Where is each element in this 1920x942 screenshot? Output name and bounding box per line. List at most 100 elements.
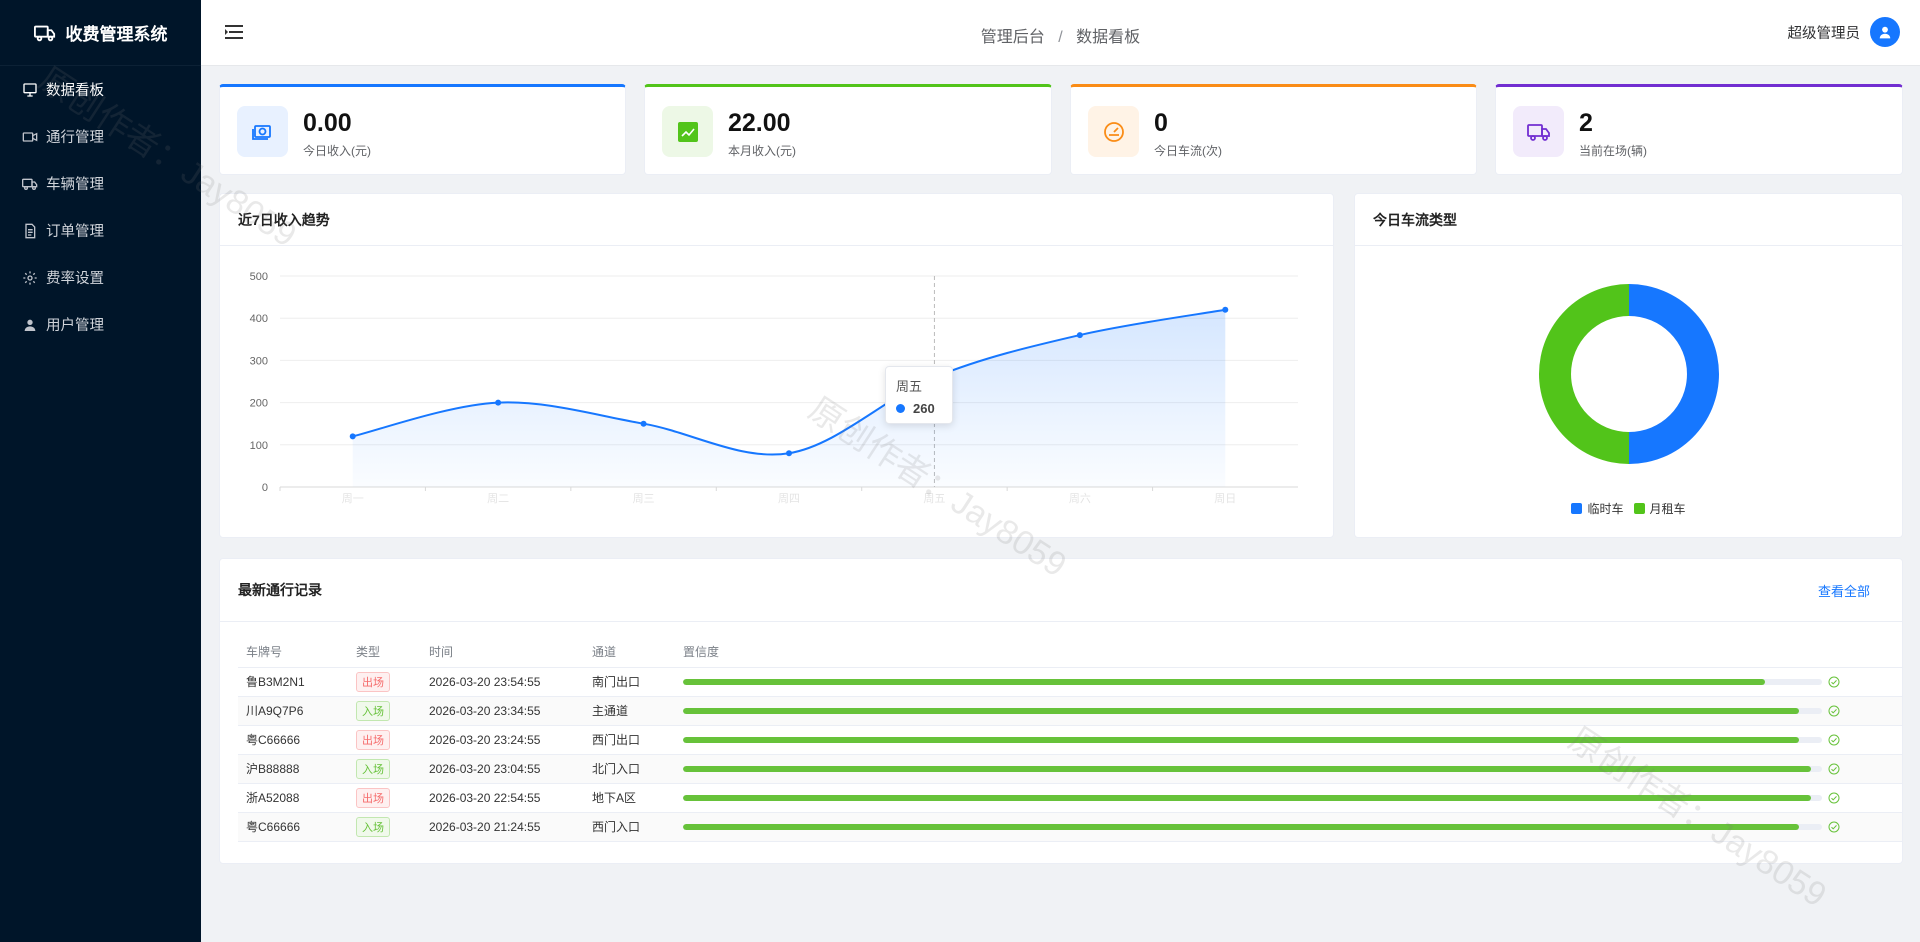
time-cell: 2026-03-20 23:04:55 — [421, 754, 584, 784]
column-header[interactable]: 类型 — [348, 637, 421, 668]
type-cell: 入场 — [348, 696, 421, 726]
stat-card-month-income: 22.00 本月收入(元) — [644, 84, 1052, 175]
legend-label: 临时车 — [1587, 502, 1624, 516]
legend-label: 月租车 — [1649, 502, 1686, 516]
sidebar-item-rates[interactable]: 费率设置 — [0, 254, 201, 301]
stat-value: 0.00 — [303, 109, 352, 137]
confidence-bar-fill — [683, 823, 1800, 830]
table-row[interactable]: 川A9Q7P6 入场 2026-03-20 23:34:55 主通道 — [238, 696, 1902, 726]
panel-title: 近7日收入趋势 — [220, 194, 1333, 246]
table-row[interactable]: 粤C66666 出场 2026-03-20 23:24:55 西门出口 — [238, 725, 1902, 755]
sidebar-item-vehicles[interactable]: 车辆管理 — [0, 160, 201, 207]
income-trend-chart: 0100200300400500周一 周二 周三 周四 周五 周六 周日 — [250, 271, 1298, 505]
stat-card-today-income: 0.00 今日收入(元) — [219, 84, 626, 175]
confidence-bar — [683, 678, 1822, 685]
panel-title: 最新通行记录 — [220, 559, 1902, 622]
table-row[interactable]: 沪B88888 入场 2026-03-20 23:04:55 北门入口 — [238, 754, 1902, 784]
column-header[interactable]: 时间 — [421, 637, 584, 668]
x-tick-label: 周一 — [342, 492, 364, 505]
sidebar: 收费管理系统 数据看板 通行管理 车辆管理 订单管理 费率设置 用户管理 — [0, 0, 201, 942]
x-tick-label: 周六 — [1069, 492, 1091, 505]
user-icon — [1879, 26, 1891, 39]
type-tag: 出场 — [356, 787, 390, 808]
sidebar-item-users[interactable]: 用户管理 — [0, 301, 201, 348]
table-row[interactable]: 粤C66666 入场 2026-03-20 21:24:55 西门入口 — [238, 812, 1902, 842]
time-cell: 2026-03-20 23:24:55 — [421, 725, 584, 755]
app-logo[interactable]: 收费管理系统 — [0, 0, 201, 66]
sidebar-item-dashboard[interactable]: 数据看板 — [0, 66, 201, 113]
confidence-bar — [683, 823, 1822, 830]
tooltip-title: 周五 — [896, 379, 923, 394]
chart-legend: 临时车 月租车 — [1355, 500, 1902, 517]
speedometer-icon — [1088, 106, 1139, 157]
y-tick-label: 100 — [250, 440, 268, 452]
user-menu[interactable]: 超级管理员 — [1788, 17, 1900, 47]
money-icon — [237, 106, 288, 157]
truck-icon — [22, 178, 38, 190]
check-circle-icon — [1828, 792, 1840, 803]
lane-cell: 北门入口 — [584, 754, 675, 784]
y-tick-label: 300 — [250, 355, 268, 367]
x-tick-label: 周二 — [487, 492, 509, 505]
sidebar-item-label: 费率设置 — [46, 271, 104, 287]
tooltip-value: 260 — [913, 401, 935, 416]
stat-label: 今日车流(次) — [1154, 144, 1222, 158]
stat-card-today-traffic: 0 今日车流(次) — [1070, 84, 1477, 175]
type-cell: 入场 — [348, 812, 421, 842]
view-all-link[interactable]: 查看全部 — [1818, 581, 1870, 600]
confidence-cell — [675, 725, 1902, 755]
breadcrumb-item-admin[interactable]: 管理后台 — [981, 29, 1045, 46]
breadcrumb-separator: / — [1058, 29, 1063, 46]
column-header[interactable]: 通道 — [584, 637, 675, 668]
type-tag: 出场 — [356, 729, 390, 750]
area-fill — [352, 309, 1226, 487]
y-tick-label: 200 — [250, 398, 268, 410]
data-point — [640, 420, 647, 427]
menu-toggle-icon[interactable] — [225, 24, 243, 40]
stat-value: 22.00 — [728, 109, 791, 137]
sidebar-item-label: 通行管理 — [46, 130, 104, 146]
trend-chart-icon — [662, 106, 713, 157]
breadcrumb: 管理后台 / 数据看板 — [201, 23, 1920, 47]
gear-icon — [23, 270, 37, 285]
type-tag: 入场 — [356, 816, 390, 837]
x-tick-label: 周三 — [633, 492, 655, 505]
user-icon — [24, 319, 36, 331]
type-tag: 出场 — [356, 671, 390, 692]
check-circle-icon — [1828, 734, 1840, 745]
data-point — [786, 450, 792, 457]
pie-slice[interactable] — [1629, 284, 1719, 464]
pie-slice[interactable] — [1539, 284, 1629, 464]
sidebar-item-orders[interactable]: 订单管理 — [0, 207, 201, 254]
panel-title: 今日车流类型 — [1355, 194, 1902, 246]
column-header[interactable]: 车牌号 — [238, 637, 348, 668]
table-header-row: 车牌号 类型 时间 通道 置信度 — [238, 637, 1902, 668]
legend-item[interactable]: 临时车 — [1571, 500, 1624, 517]
truck-icon — [1513, 106, 1564, 157]
plate-cell: 川A9Q7P6 — [238, 696, 348, 726]
legend-swatch — [1633, 503, 1645, 514]
column-header[interactable]: 置信度 — [675, 637, 1902, 668]
confidence-bar-fill — [683, 765, 1811, 772]
type-cell: 入场 — [348, 754, 421, 784]
app-title: 收费管理系统 — [65, 25, 168, 44]
confidence-bar — [683, 736, 1822, 743]
sidebar-item-traffic[interactable]: 通行管理 — [0, 113, 201, 160]
sidebar-item-label: 订单管理 — [46, 224, 104, 240]
stat-value: 0 — [1154, 109, 1168, 137]
table-row[interactable]: 鲁B3M2N1 出场 2026-03-20 23:54:55 南门出口 — [238, 667, 1902, 697]
sidebar-item-label: 用户管理 — [46, 318, 104, 334]
confidence-cell — [675, 696, 1902, 726]
table-row[interactable]: 浙A52088 出场 2026-03-20 22:54:55 地下A区 — [238, 783, 1902, 813]
type-cell: 出场 — [348, 783, 421, 813]
confidence-cell — [675, 667, 1902, 697]
legend-item[interactable]: 月租车 — [1633, 500, 1686, 517]
y-tick-label: 500 — [250, 271, 268, 283]
confidence-bar-fill — [683, 678, 1766, 685]
avatar[interactable] — [1870, 17, 1900, 47]
traffic-type-chart — [1539, 284, 1719, 464]
type-cell: 出场 — [348, 725, 421, 755]
y-tick-label: 0 — [262, 482, 268, 494]
type-tag: 入场 — [356, 700, 390, 721]
confidence-bar-fill — [683, 794, 1811, 801]
